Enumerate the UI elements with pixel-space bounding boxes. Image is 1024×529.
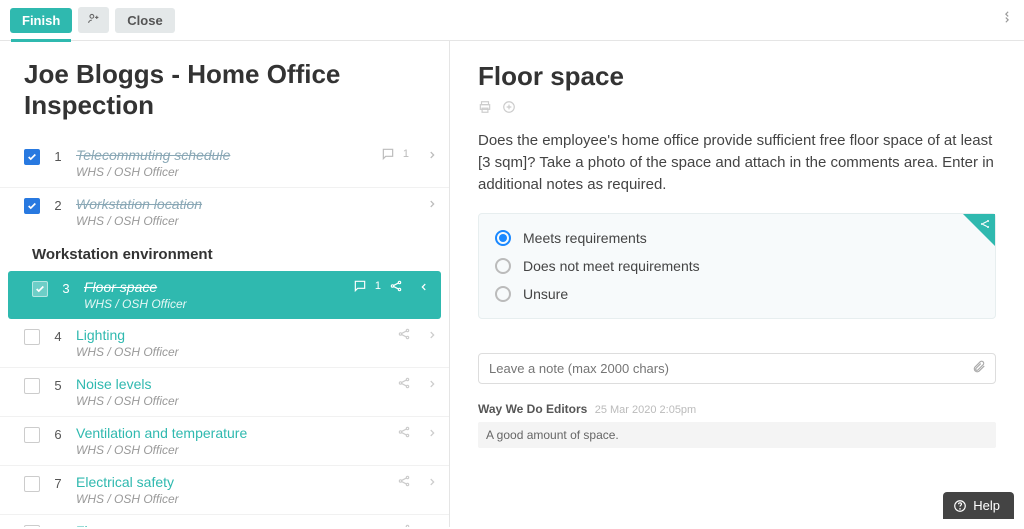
print-icon[interactable] — [478, 100, 492, 114]
note-author: Way We Do Editors — [478, 402, 587, 416]
task-row[interactable]: 6 Ventilation and temperature WHS / OSH Of… — [0, 416, 449, 465]
task-row[interactable]: 7 Electrical safety WHS / OSH Officer — [0, 465, 449, 514]
assign-button[interactable] — [78, 7, 109, 33]
answer-option-label: Does not meet requirements — [523, 258, 700, 274]
task-number: 5 — [52, 378, 64, 393]
note-history: Way We Do Editors 25 Mar 2020 2:05pm A g… — [478, 402, 996, 448]
share-icon — [389, 279, 403, 293]
task-title: Noise levels — [76, 376, 385, 392]
task-number: 4 — [52, 329, 64, 344]
chevron-right-icon — [427, 376, 437, 394]
radio-button[interactable] — [495, 230, 511, 246]
page-title: Joe Bloggs - Home Office Inspection — [24, 59, 425, 121]
task-title: Electrical safety — [76, 474, 385, 490]
task-title: Workstation location — [76, 196, 411, 212]
chevron-right-icon — [427, 474, 437, 492]
note-text: A good amount of space. — [478, 422, 996, 448]
task-number: 8 — [52, 525, 64, 527]
collapse-icon[interactable] — [1000, 10, 1014, 29]
task-checkbox[interactable] — [24, 378, 40, 394]
finish-button[interactable]: Finish — [10, 8, 72, 33]
chevron-right-icon — [427, 196, 437, 214]
task-row[interactable]: 1 Telecommuting schedule WHS / OSH Offic… — [0, 139, 449, 187]
task-assignee: WHS / OSH Officer — [76, 492, 385, 506]
share-icon — [397, 523, 411, 527]
answer-option-label: Unsure — [523, 286, 568, 302]
share-icon — [397, 425, 411, 439]
progress-bar — [11, 39, 71, 42]
task-number: 7 — [52, 476, 64, 491]
task-row[interactable]: 8FloorsWHS / OSH Officer — [0, 514, 449, 527]
task-checkbox[interactable] — [32, 281, 48, 297]
add-icon[interactable] — [502, 100, 516, 114]
detail-title: Floor space — [478, 61, 996, 92]
task-row[interactable]: 4 Lighting WHS / OSH Officer — [0, 319, 449, 367]
task-checkbox[interactable] — [24, 525, 40, 527]
task-title: Telecommuting schedule — [76, 147, 369, 163]
comment-icon — [353, 279, 367, 293]
task-checkbox[interactable] — [24, 476, 40, 492]
task-title: Lighting — [76, 327, 385, 343]
note-timestamp: 25 Mar 2020 2:05pm — [595, 404, 697, 416]
task-number: 2 — [52, 198, 64, 213]
task-row[interactable]: 2 Workstation location WHS / OSH Officer — [0, 187, 449, 236]
comment-count: 1 — [403, 148, 409, 160]
assign-icon — [87, 12, 100, 25]
chevron-left-icon — [419, 279, 429, 297]
task-assignee: WHS / OSH Officer — [76, 443, 385, 457]
share-icon — [397, 474, 411, 488]
task-checkbox[interactable] — [24, 149, 40, 165]
answer-option-label: Meets requirements — [523, 230, 647, 246]
answered-marker — [963, 214, 995, 246]
task-assignee: WHS / OSH Officer — [76, 165, 369, 179]
task-title: Floor space — [84, 279, 341, 295]
share-icon — [397, 376, 411, 390]
task-number: 6 — [52, 427, 64, 442]
help-icon — [953, 499, 967, 513]
answer-option[interactable]: Does not meet requirements — [495, 252, 979, 280]
task-assignee: WHS / OSH Officer — [76, 214, 411, 228]
help-button[interactable]: Help — [943, 492, 1014, 519]
task-number: 1 — [52, 149, 64, 164]
chevron-right-icon — [427, 147, 437, 165]
radio-button[interactable] — [495, 286, 511, 302]
help-label: Help — [973, 498, 1000, 513]
answer-option[interactable]: Unsure — [495, 280, 979, 308]
detail-description: Does the employee's home office provide … — [478, 130, 996, 195]
task-checkbox[interactable] — [24, 329, 40, 345]
task-row-selected[interactable]: 3 Floor space WHS / OSH Officer 1 — [8, 271, 441, 319]
top-toolbar: Finish Close — [0, 0, 1024, 41]
attachment-icon[interactable] — [972, 359, 986, 378]
task-list-pane: Joe Bloggs - Home Office Inspection 1 Te… — [0, 41, 450, 527]
task-row[interactable]: 5 Noise levels WHS / OSH Officer — [0, 367, 449, 416]
chevron-right-icon — [427, 327, 437, 345]
share-icon — [397, 327, 411, 341]
task-checkbox[interactable] — [24, 198, 40, 214]
section-heading: Workstation environment — [0, 236, 449, 271]
note-row — [478, 353, 996, 384]
note-input[interactable] — [478, 353, 996, 384]
comment-count: 1 — [375, 280, 381, 292]
radio-button[interactable] — [495, 258, 511, 274]
task-assignee: WHS / OSH Officer — [76, 394, 385, 408]
task-assignee: WHS / OSH Officer — [84, 297, 341, 311]
task-checkbox[interactable] — [24, 427, 40, 443]
answer-option[interactable]: Meets requirements — [495, 224, 979, 252]
chevron-right-icon — [427, 523, 437, 527]
chevron-right-icon — [427, 425, 437, 443]
task-title: Floors — [76, 523, 385, 527]
task-title: Ventilation and temperature — [76, 425, 385, 441]
task-number: 3 — [60, 281, 72, 296]
answer-options: Meets requirements Does not meet requirem… — [478, 213, 996, 319]
comment-icon — [381, 147, 395, 161]
detail-pane: Floor space Does the employee's home off… — [450, 41, 1024, 527]
task-assignee: WHS / OSH Officer — [76, 345, 385, 359]
close-button[interactable]: Close — [115, 8, 174, 33]
